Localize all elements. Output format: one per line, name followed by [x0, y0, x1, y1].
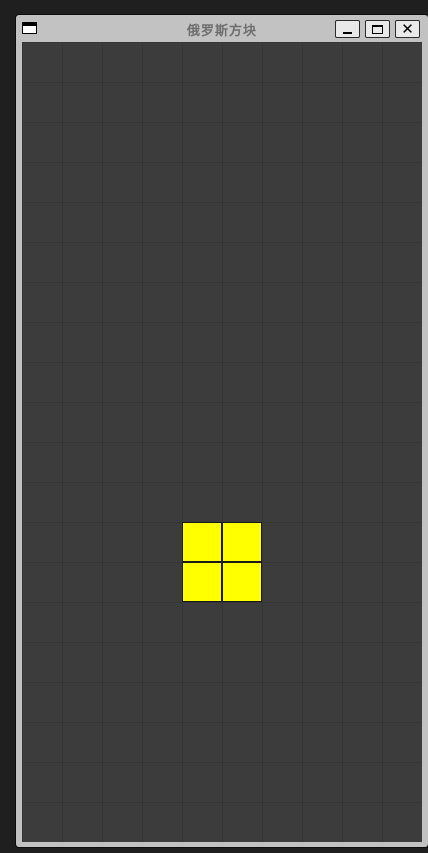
game-window: 俄罗斯方块 ✕: [16, 15, 428, 847]
title-bar[interactable]: 俄罗斯方块 ✕: [16, 15, 428, 42]
minimize-button[interactable]: [335, 20, 360, 38]
piece-block: [222, 562, 262, 602]
piece-block: [222, 522, 262, 562]
minimize-icon: [343, 31, 352, 34]
maximize-button[interactable]: [365, 20, 390, 38]
piece-block: [182, 522, 222, 562]
maximize-icon: [372, 24, 383, 34]
close-icon: ✕: [401, 19, 414, 38]
game-board: [22, 42, 422, 842]
close-button[interactable]: ✕: [395, 20, 420, 38]
piece-block: [182, 562, 222, 602]
